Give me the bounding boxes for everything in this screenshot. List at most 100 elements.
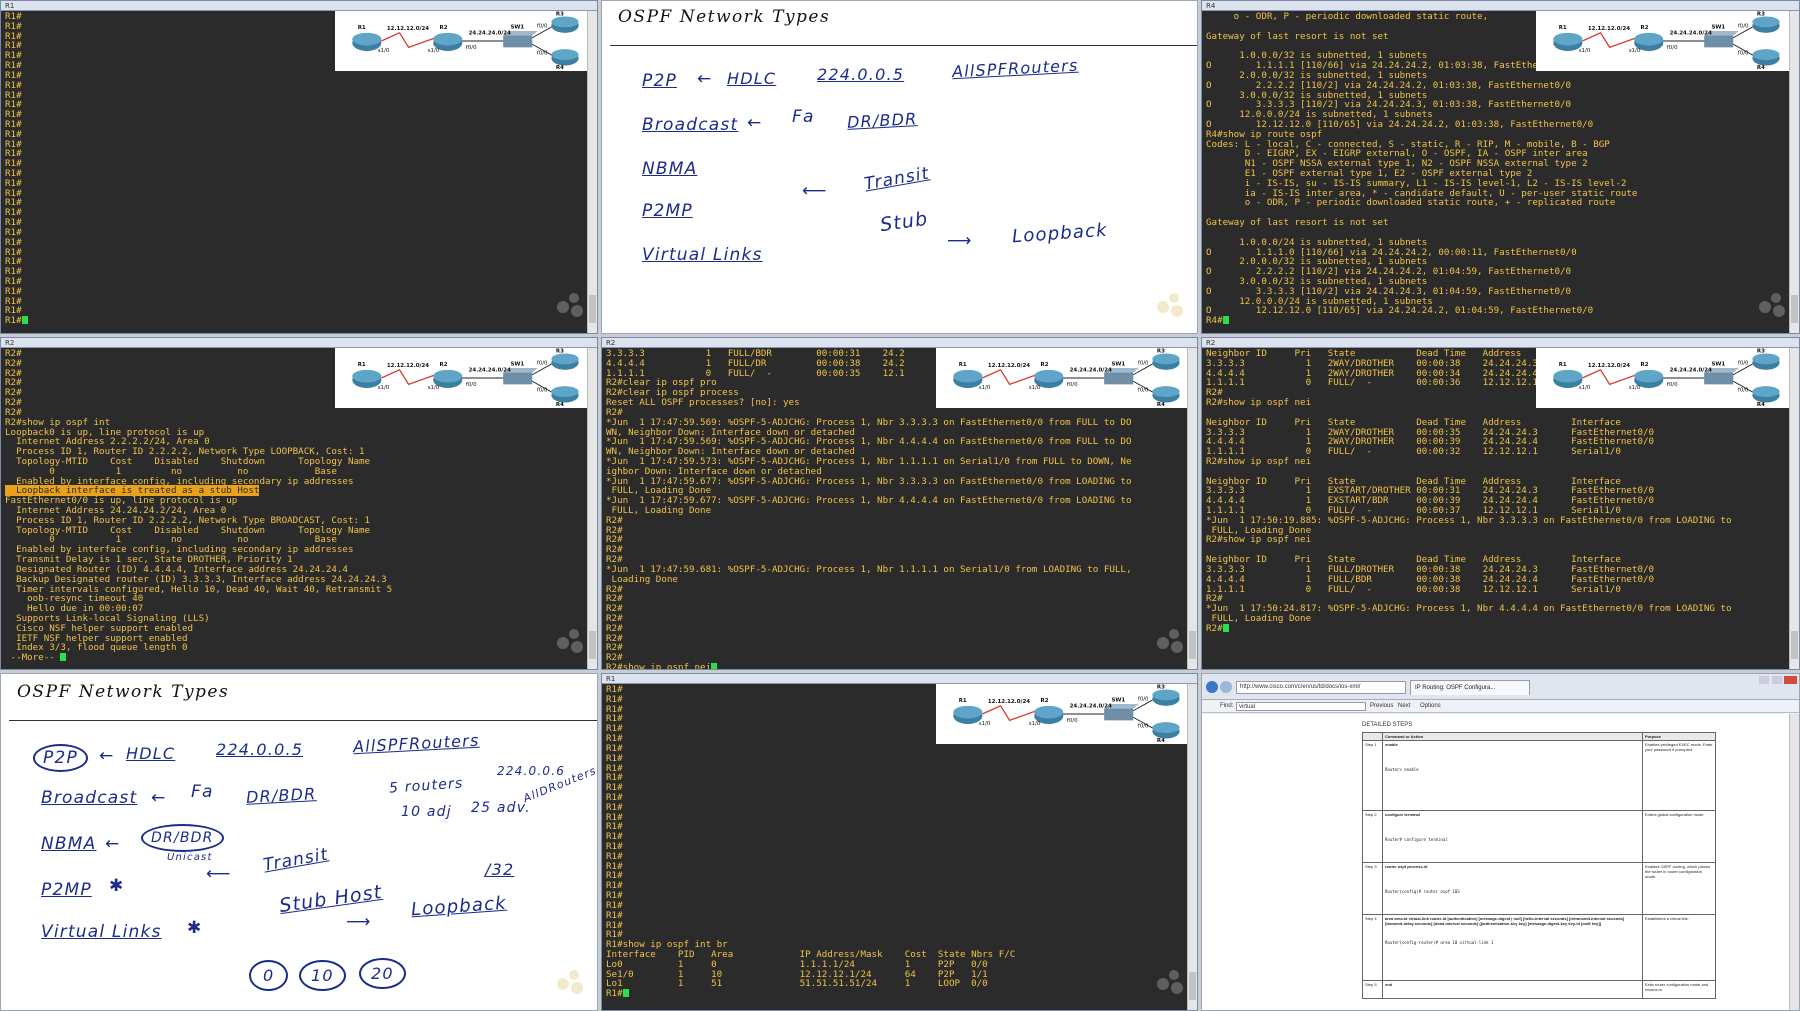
page-content: DETAILED STEPS Command or Action Purpose … — [1202, 714, 1789, 1010]
step-number: Step 1 — [1362, 740, 1383, 811]
router-r3-icon — [1752, 16, 1780, 33]
terminal-r1-top[interactable]: R1 R1# R1# R1# R1# R1# R1# R1# R1# R1# R… — [0, 0, 598, 334]
topology-label: R1 — [358, 25, 366, 31]
table-row: Step 2 configure terminal Router# configur… — [1362, 810, 1716, 863]
topology-label: SW1 — [1711, 361, 1725, 367]
topology-label: s1/0 — [1579, 385, 1591, 391]
topology-label: f0/0 — [1667, 382, 1678, 388]
topology-label: R2 — [1041, 698, 1049, 704]
wb-star-icon: ✱ — [187, 918, 203, 938]
topology-label: s1/0 — [378, 48, 390, 54]
terminal-cursor — [60, 653, 67, 662]
terminal-line: 1.1.1.1 0 FULL/ - 00:00:38 12.12.12.1 Se… — [1206, 583, 1621, 595]
step-example: Router(config-router)# area 10 virtual-l… — [1385, 940, 1494, 945]
topology-label: SW1 — [1111, 697, 1125, 703]
find-previous-button[interactable]: Previous — [1370, 701, 1393, 712]
window-title: R1 — [1, 1, 597, 11]
wb-star-icon: ✱ — [109, 876, 125, 896]
wb-broadcast: Broadcast — [41, 788, 138, 808]
wb-slash32: /32 — [485, 860, 515, 879]
wb-unicast: Unicast — [167, 852, 213, 863]
scrollbar[interactable] — [1187, 348, 1197, 669]
terminal-r4[interactable]: R4 o - ODR, P - periodic downloaded stat… — [1201, 0, 1800, 334]
topology-label: R4 — [1757, 402, 1765, 408]
scrollbar[interactable] — [587, 348, 597, 669]
terminal-r2-nei[interactable]: R2 Neighbor ID Pri State Dead Time Addre… — [1201, 337, 1800, 670]
topology-label: f0/0 — [1138, 388, 1149, 394]
terminal-cursor — [21, 316, 28, 325]
minimize-icon[interactable] — [1759, 676, 1769, 684]
topology-label: 24.24.24.0/24 — [1070, 368, 1112, 374]
terminal-r2-int[interactable]: R2 R2# R2# R2# R2# R2# R2# R2# R2#show i… — [0, 337, 598, 670]
topology-panel: R1 R2 SW1 R3 R4 12.12.12.0/24 24.24.24.0… — [1536, 348, 1796, 408]
table-header-purpose: Purpose — [1642, 732, 1716, 741]
topology-label: f0/0 — [1738, 388, 1749, 394]
topology-label: 12.12.12.0/24 — [988, 699, 1030, 705]
find-options-button[interactable]: Options — [1420, 701, 1441, 712]
topology-label: f0/0 — [1138, 724, 1149, 730]
terminal-r2-clear[interactable]: R2 3.3.3.3 1 FULL/BDR 00:00:31 24.2 4.4.… — [601, 337, 1198, 670]
topology-label: f0/0 — [466, 382, 477, 388]
divider — [9, 720, 597, 721]
step-command: enable — [1385, 742, 1398, 747]
scrollbar[interactable] — [1187, 684, 1197, 1010]
topology-diagram: R1 R2 SW1 R3 R4 12.12.12.0/24 24.24.24.0… — [352, 349, 579, 408]
wb-nbma: NBMA — [41, 834, 97, 854]
scrollbar[interactable] — [1789, 11, 1799, 333]
wb-p2mp: P2MP — [41, 880, 92, 900]
topology-diagram: R1 R2 SW1 R3 R4 12.12.12.0/24 24.24.24.0… — [953, 349, 1180, 408]
topology-label: f0/0 — [537, 360, 548, 366]
scrollbar[interactable] — [587, 11, 597, 333]
router-r3-icon — [1752, 353, 1780, 370]
find-next-button[interactable]: Next — [1398, 701, 1410, 712]
maximize-icon[interactable] — [1772, 676, 1782, 684]
topology-label: f0/0 — [537, 23, 548, 29]
tab-active[interactable]: IP Routing: OSPF Configura... — [1410, 680, 1530, 695]
topology-label: R2 — [1041, 362, 1049, 368]
wb-allspf: AllSPFRouters — [951, 55, 1079, 82]
terminal-line: R2# — [1206, 622, 1223, 634]
topology-label: 12.12.12.0/24 — [387, 363, 429, 369]
table-row: Step 3 router ospf process-id Router(confi… — [1362, 862, 1716, 915]
topology-label: f0/0 — [1067, 718, 1078, 724]
topology-label: 24.24.24.0/24 — [1670, 368, 1712, 374]
topology-label: R3 — [1157, 349, 1165, 355]
topology-diagram: R1 R2 SW1 R3 R4 12.12.12.0/24 24.24.24.0… — [352, 12, 579, 71]
wb-mcast: 224.0.0.5 — [216, 740, 304, 759]
scrollbar[interactable] — [1789, 714, 1799, 1010]
step-purpose: Establishes a virtual link. — [1642, 914, 1716, 981]
topology-label: f0/0 — [1738, 360, 1749, 366]
close-icon[interactable] — [1784, 676, 1797, 684]
wb-drbdr: DR/BDR — [846, 109, 918, 132]
wb-arrow-icon: ⟵ — [802, 181, 828, 201]
find-input[interactable]: virtual — [1236, 702, 1366, 711]
step-purpose: Enters global configuration mode. — [1642, 810, 1716, 863]
browser-window[interactable]: http://www.cisco.com/c/en/us/td/docs/ios… — [1201, 673, 1800, 1011]
wb-hdlc: HDLC — [727, 69, 777, 88]
topology-label: R2 — [440, 362, 448, 368]
wb-arrow-icon: ← — [105, 834, 121, 854]
step-example: Router# configure terminal — [1385, 837, 1448, 842]
forward-icon[interactable] — [1220, 681, 1232, 693]
topology-label: s1/0 — [428, 385, 440, 391]
window-title: R2 — [602, 338, 1197, 348]
terminal-line: Reset ALL OSPF processes? [no]: yes — [606, 397, 800, 409]
topology-label: s1/0 — [1629, 385, 1641, 391]
terminal-r1-bottom[interactable]: R1 R1# R1# R1# R1# R1# R1# R1# R1# R1# R… — [601, 673, 1198, 1011]
topology-label: R4 — [556, 65, 564, 71]
topology-label: s1/0 — [378, 385, 390, 391]
back-icon[interactable] — [1206, 681, 1218, 693]
topology-label: R2 — [440, 25, 448, 31]
wb-allspf: AllSPFRouters — [352, 730, 480, 757]
terminal-cursor — [1222, 623, 1229, 632]
window-title: R2 — [1202, 338, 1799, 348]
address-bar[interactable]: http://www.cisco.com/c/en/us/td/docs/ios… — [1236, 681, 1406, 694]
scrollbar[interactable] — [1789, 348, 1799, 669]
wb-fa: Fa — [792, 107, 815, 127]
terminal-line: R2#show ip ospf nei — [1206, 534, 1312, 546]
terminal-line: o - ODR, P - periodic downloaded static … — [1206, 197, 1616, 209]
terminal-line: R2#show ip ospf nei — [1206, 397, 1312, 409]
logo-icon — [1759, 293, 1787, 319]
wb-drbdr2: DR/BDR — [141, 824, 224, 852]
window-title: R2 — [1, 338, 597, 348]
